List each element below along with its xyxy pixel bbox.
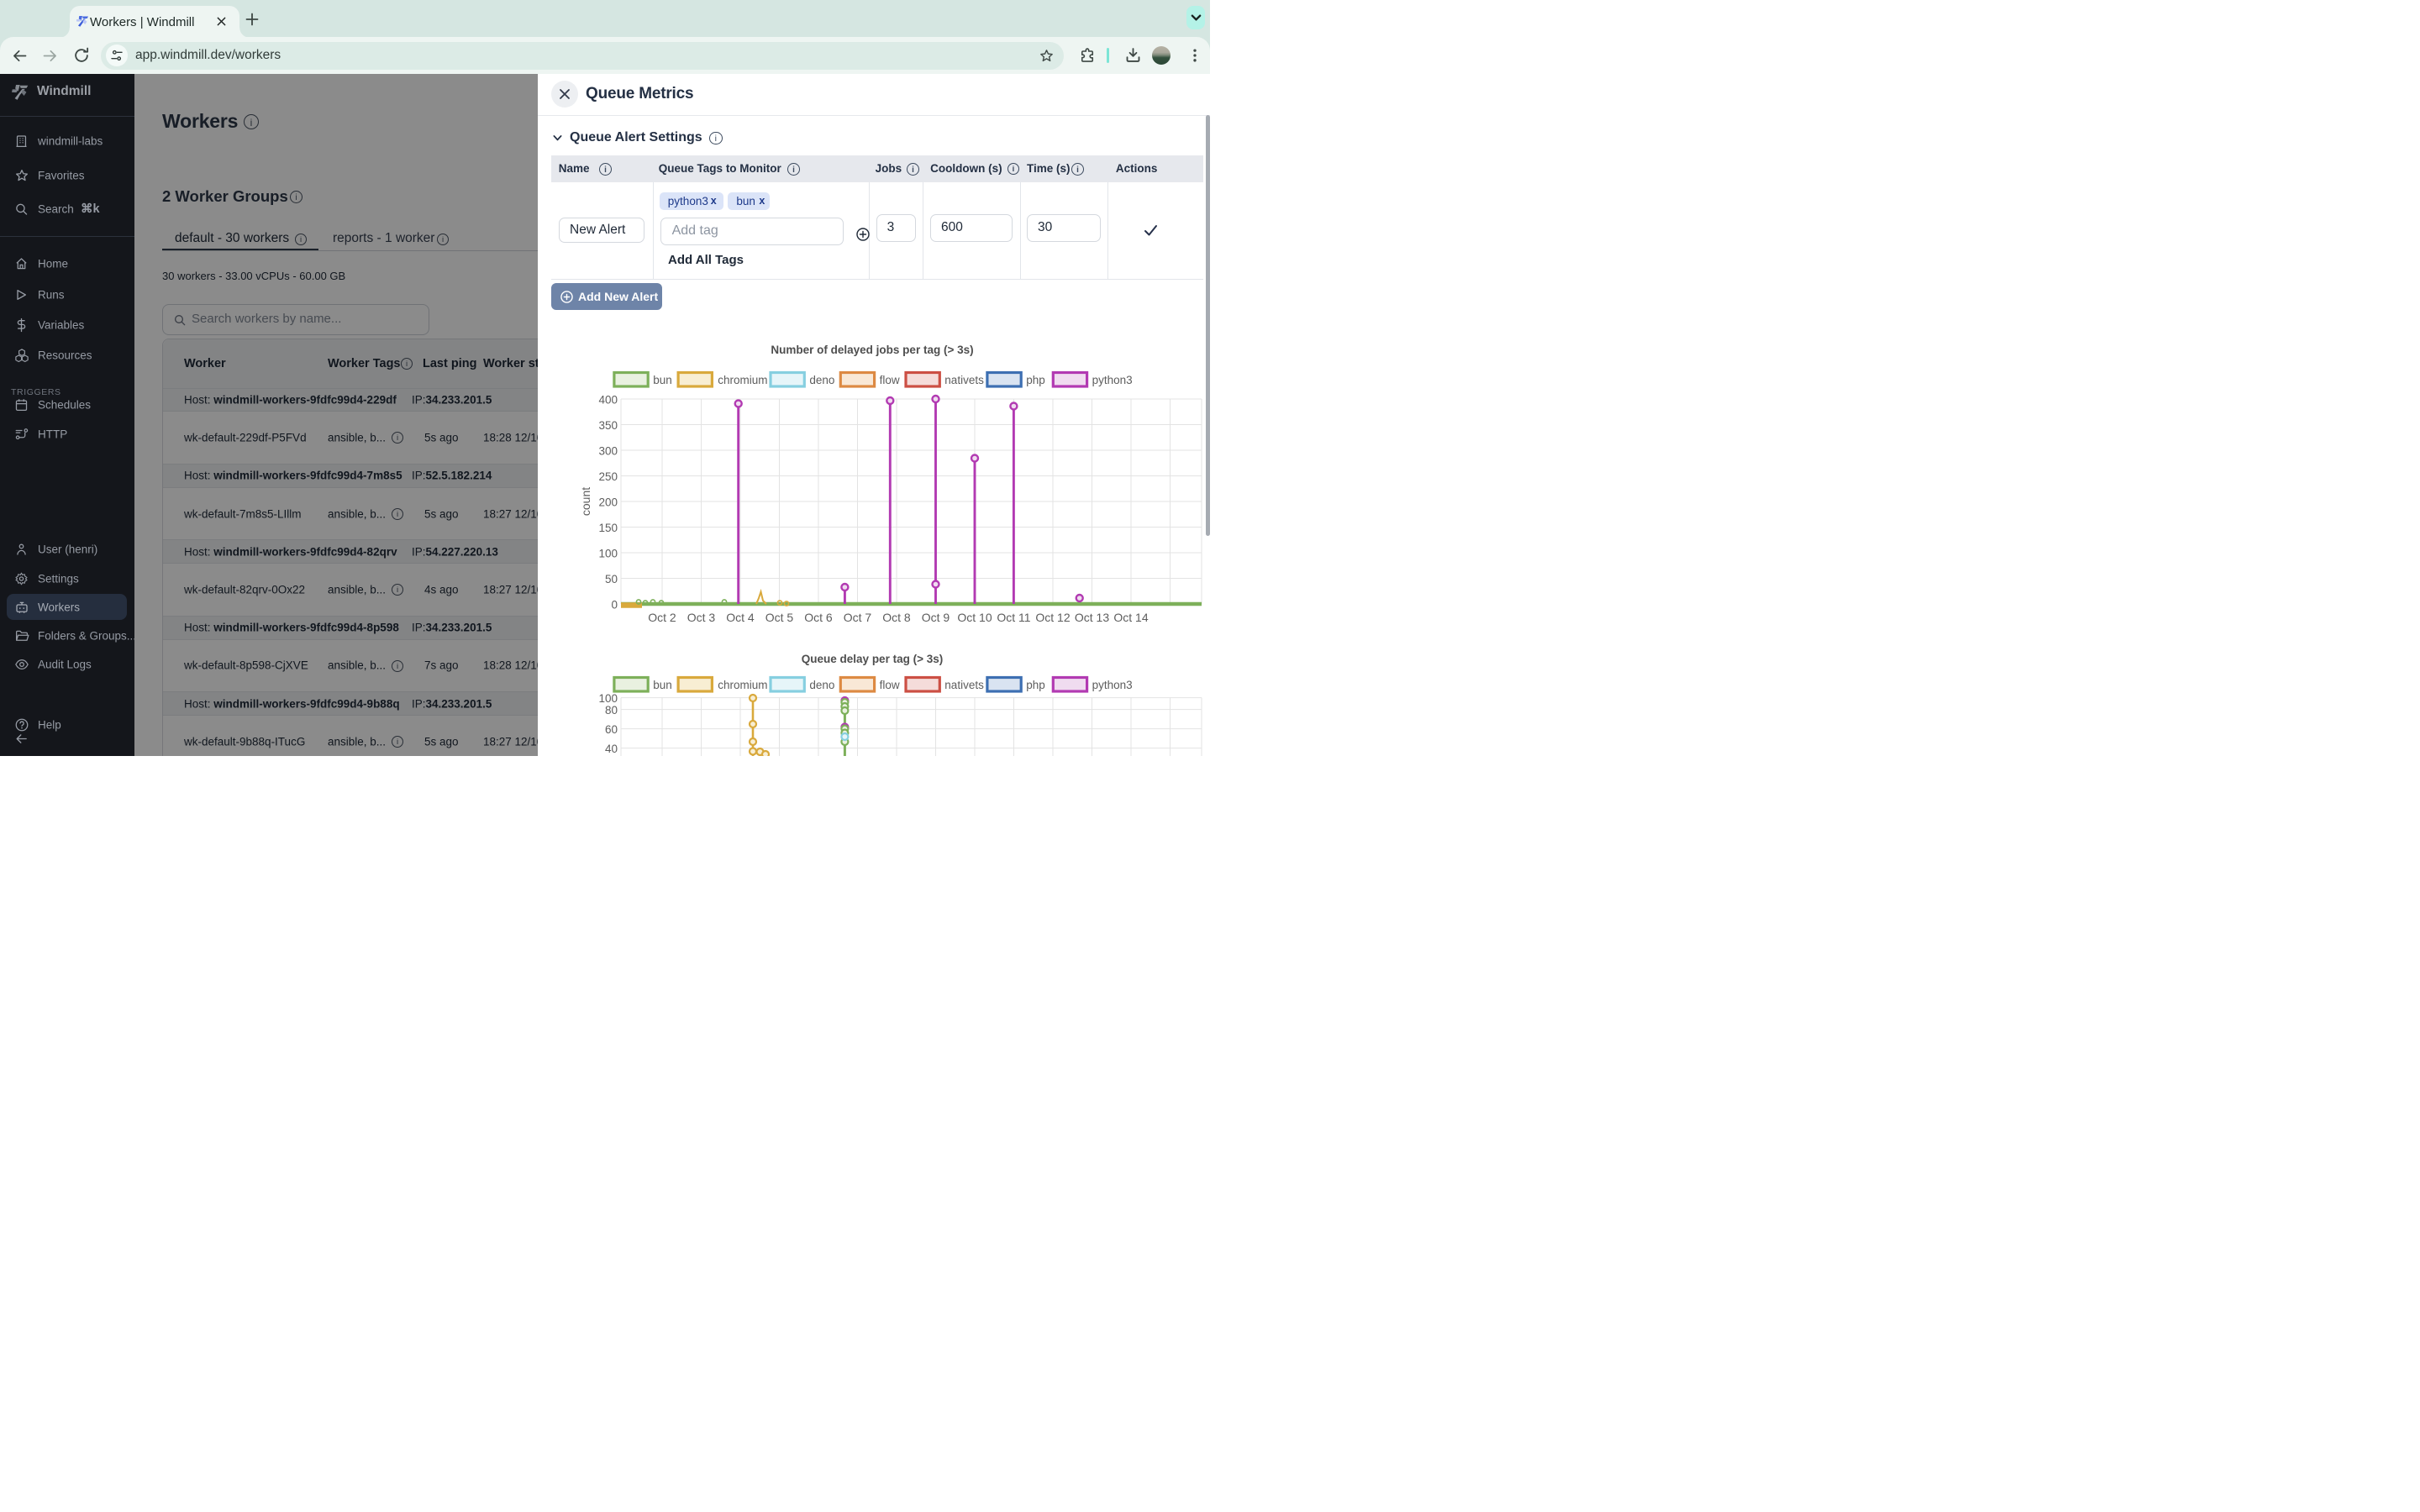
svg-text:150: 150 — [598, 522, 618, 534]
svg-text:Oct 12: Oct 12 — [1035, 611, 1070, 624]
svg-text:deno: deno — [809, 679, 834, 691]
svg-text:flow: flow — [880, 374, 900, 386]
svg-text:Oct 2: Oct 2 — [648, 611, 676, 624]
svg-text:flow: flow — [880, 679, 900, 691]
svg-text:Oct 6: Oct 6 — [804, 611, 833, 624]
svg-text:300: 300 — [598, 445, 618, 458]
svg-text:Oct 5: Oct 5 — [765, 611, 794, 624]
svg-text:Oct 8: Oct 8 — [882, 611, 911, 624]
svg-text:40: 40 — [605, 743, 618, 755]
svg-text:python3: python3 — [1092, 374, 1133, 386]
svg-text:python3: python3 — [1092, 679, 1133, 691]
svg-text:Oct 3: Oct 3 — [687, 611, 716, 624]
svg-text:250: 250 — [598, 470, 618, 483]
svg-text:php: php — [1026, 679, 1045, 691]
svg-text:nativets: nativets — [944, 679, 984, 691]
svg-text:100: 100 — [598, 548, 618, 560]
svg-text:nativets: nativets — [944, 374, 984, 386]
svg-text:bun: bun — [653, 679, 672, 691]
svg-text:Oct 9: Oct 9 — [922, 611, 950, 624]
svg-text:Number of delayed jobs per tag: Number of delayed jobs per tag (> 3s) — [771, 344, 973, 356]
svg-text:chromium: chromium — [718, 679, 767, 691]
svg-text:php: php — [1026, 374, 1045, 386]
svg-text:200: 200 — [598, 496, 618, 509]
svg-text:0: 0 — [611, 599, 618, 612]
svg-text:Oct 11: Oct 11 — [997, 611, 1030, 624]
svg-text:60: 60 — [605, 723, 618, 736]
svg-text:Oct 10: Oct 10 — [957, 611, 992, 624]
svg-text:50: 50 — [605, 573, 618, 585]
svg-text:chromium: chromium — [718, 374, 767, 386]
svg-text:count: count — [579, 487, 592, 516]
svg-text:350: 350 — [598, 419, 618, 432]
svg-text:bun: bun — [653, 374, 672, 386]
svg-text:Oct 14: Oct 14 — [1113, 611, 1148, 624]
svg-text:Oct 7: Oct 7 — [844, 611, 872, 624]
svg-text:Queue delay per tag (> 3s): Queue delay per tag (> 3s) — [802, 653, 943, 665]
svg-text:Oct 13: Oct 13 — [1075, 611, 1109, 624]
svg-text:Oct 4: Oct 4 — [726, 611, 755, 624]
svg-text:deno: deno — [809, 374, 834, 386]
svg-text:80: 80 — [605, 704, 618, 717]
svg-text:400: 400 — [598, 394, 618, 407]
svg-text:100: 100 — [598, 692, 618, 705]
